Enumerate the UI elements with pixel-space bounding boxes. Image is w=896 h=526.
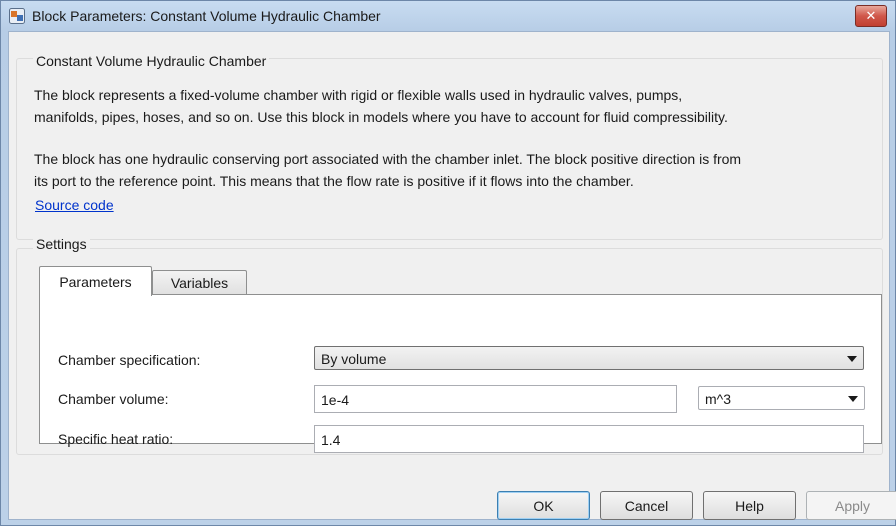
specific-heat-ratio-value: 1.4 [321,432,341,448]
description-line: The block has one hydraulic conserving p… [34,151,742,167]
chamber-volume-value: 1e-4 [321,392,350,408]
tab-parameters[interactable]: Parameters [39,266,152,296]
simulink-block-icon [9,8,25,24]
description-group-title: Constant Volume Hydraulic Chamber [33,53,270,69]
settings-group-title: Settings [33,236,90,252]
chamber-volume-label: Chamber volume: [58,391,169,407]
description-line: its port to the reference point. This me… [34,173,634,189]
specific-heat-ratio-field[interactable]: 1.4 [314,425,864,453]
specific-heat-ratio-label: Specific heat ratio: [58,431,174,447]
parameters-panel: Chamber specification: By volume Chamber… [39,294,882,453]
help-button[interactable]: Help [703,491,796,520]
chamber-volume-unit-dropdown[interactable]: m^3 [698,386,865,410]
dialog-window: Block Parameters: Constant Volume Hydrau… [0,0,896,526]
chamber-volume-field[interactable]: 1e-4 [314,385,677,413]
source-code-link[interactable]: Source code [35,197,114,213]
dialog-client-area: Constant Volume Hydraulic Chamber The bl… [8,31,896,520]
apply-button[interactable]: Apply [806,491,896,520]
window-title: Block Parameters: Constant Volume Hydrau… [32,8,381,24]
chamber-specification-dropdown[interactable]: By volume [314,346,864,370]
close-icon: ✕ [865,8,877,23]
ok-button[interactable]: OK [497,491,590,520]
description-paragraph-2: The block has one hydraulic conserving p… [34,148,879,192]
cancel-button[interactable]: Cancel [600,491,693,520]
title-bar[interactable]: Block Parameters: Constant Volume Hydrau… [1,1,895,31]
chamber-specification-value: By volume [321,351,387,367]
description-paragraph-1: The block represents a fixed-volume cham… [34,84,879,128]
chamber-specification-label: Chamber specification: [58,352,201,368]
description-line: The block represents a fixed-volume cham… [34,87,683,103]
chevron-down-icon [848,396,858,402]
tab-variables[interactable]: Variables [152,270,247,295]
close-button[interactable]: ✕ [855,5,887,27]
chamber-volume-unit-value: m^3 [705,391,732,407]
description-line: manifolds, pipes, hoses, and so on. Use … [34,109,728,125]
chevron-down-icon [847,356,857,362]
tab-label: Variables [170,275,229,291]
tab-label: Parameters [59,273,132,290]
